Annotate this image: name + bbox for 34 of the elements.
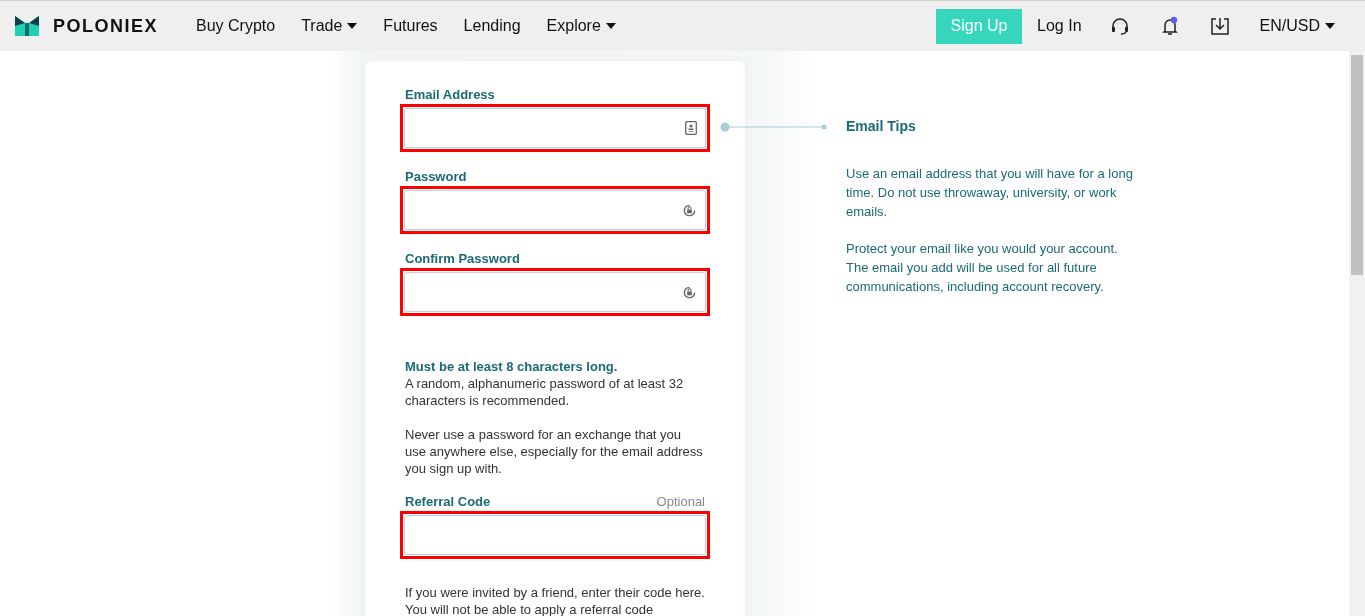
input-field[interactable]: [404, 108, 706, 148]
caret-icon: [1325, 23, 1335, 29]
lock-refresh-icon: [682, 202, 697, 218]
headset-icon[interactable]: [1109, 16, 1130, 36]
input-field[interactable]: [404, 515, 706, 555]
input-field[interactable]: [404, 190, 706, 230]
logo-icon[interactable]: [15, 14, 39, 38]
locale-selector[interactable]: EN/USD: [1259, 17, 1335, 35]
tips-title: Email Tips: [846, 118, 917, 134]
lock-refresh-icon: [682, 284, 697, 300]
field-label: Confirm Password: [405, 251, 521, 266]
field-label: Referral Code: [405, 494, 491, 509]
tip-paragraph: Use an email address that you will have for a long time. Do not use throwaway, university, or work emails.: [846, 165, 1134, 221]
bell-icon[interactable]: [1159, 16, 1180, 36]
password-rule: Must be at least 8 characters long.: [405, 359, 619, 374]
password-hint: A random, alphanumeric password of at least 32 characters is recommended.: [405, 375, 685, 409]
contact-card-icon: [685, 121, 697, 135]
log-in-link[interactable]: Log In: [1037, 17, 1082, 35]
input-field[interactable]: [404, 272, 706, 312]
brand-name[interactable]: POLONIEX: [53, 15, 158, 37]
password-hint: Never use a password for an exchange that you use anywhere else, especially for the email address you sign up with.: [405, 426, 704, 477]
nav-link[interactable]: Buy Crypto: [196, 17, 276, 35]
nav-link[interactable]: Trade: [301, 17, 358, 35]
nav-link[interactable]: Explore: [546, 17, 616, 35]
field-label: Email Address: [405, 87, 496, 102]
download-icon[interactable]: [1209, 16, 1230, 36]
nav-link[interactable]: Futures: [383, 17, 438, 35]
field-label: Password: [405, 169, 468, 184]
nav-link[interactable]: Lending: [463, 17, 521, 35]
optional-label: Optional: [656, 494, 705, 511]
referral-note: If you were invited by a friend, enter their code here. You will not be able to apply a referral code: [405, 584, 705, 616]
scrollbar[interactable]: [1349, 51, 1365, 616]
tip-paragraph: Protect your email like you would your account. The email you add will be used for all future communications, including account recovery.: [846, 240, 1119, 296]
scrollbar-thumb[interactable]: [1351, 55, 1363, 275]
